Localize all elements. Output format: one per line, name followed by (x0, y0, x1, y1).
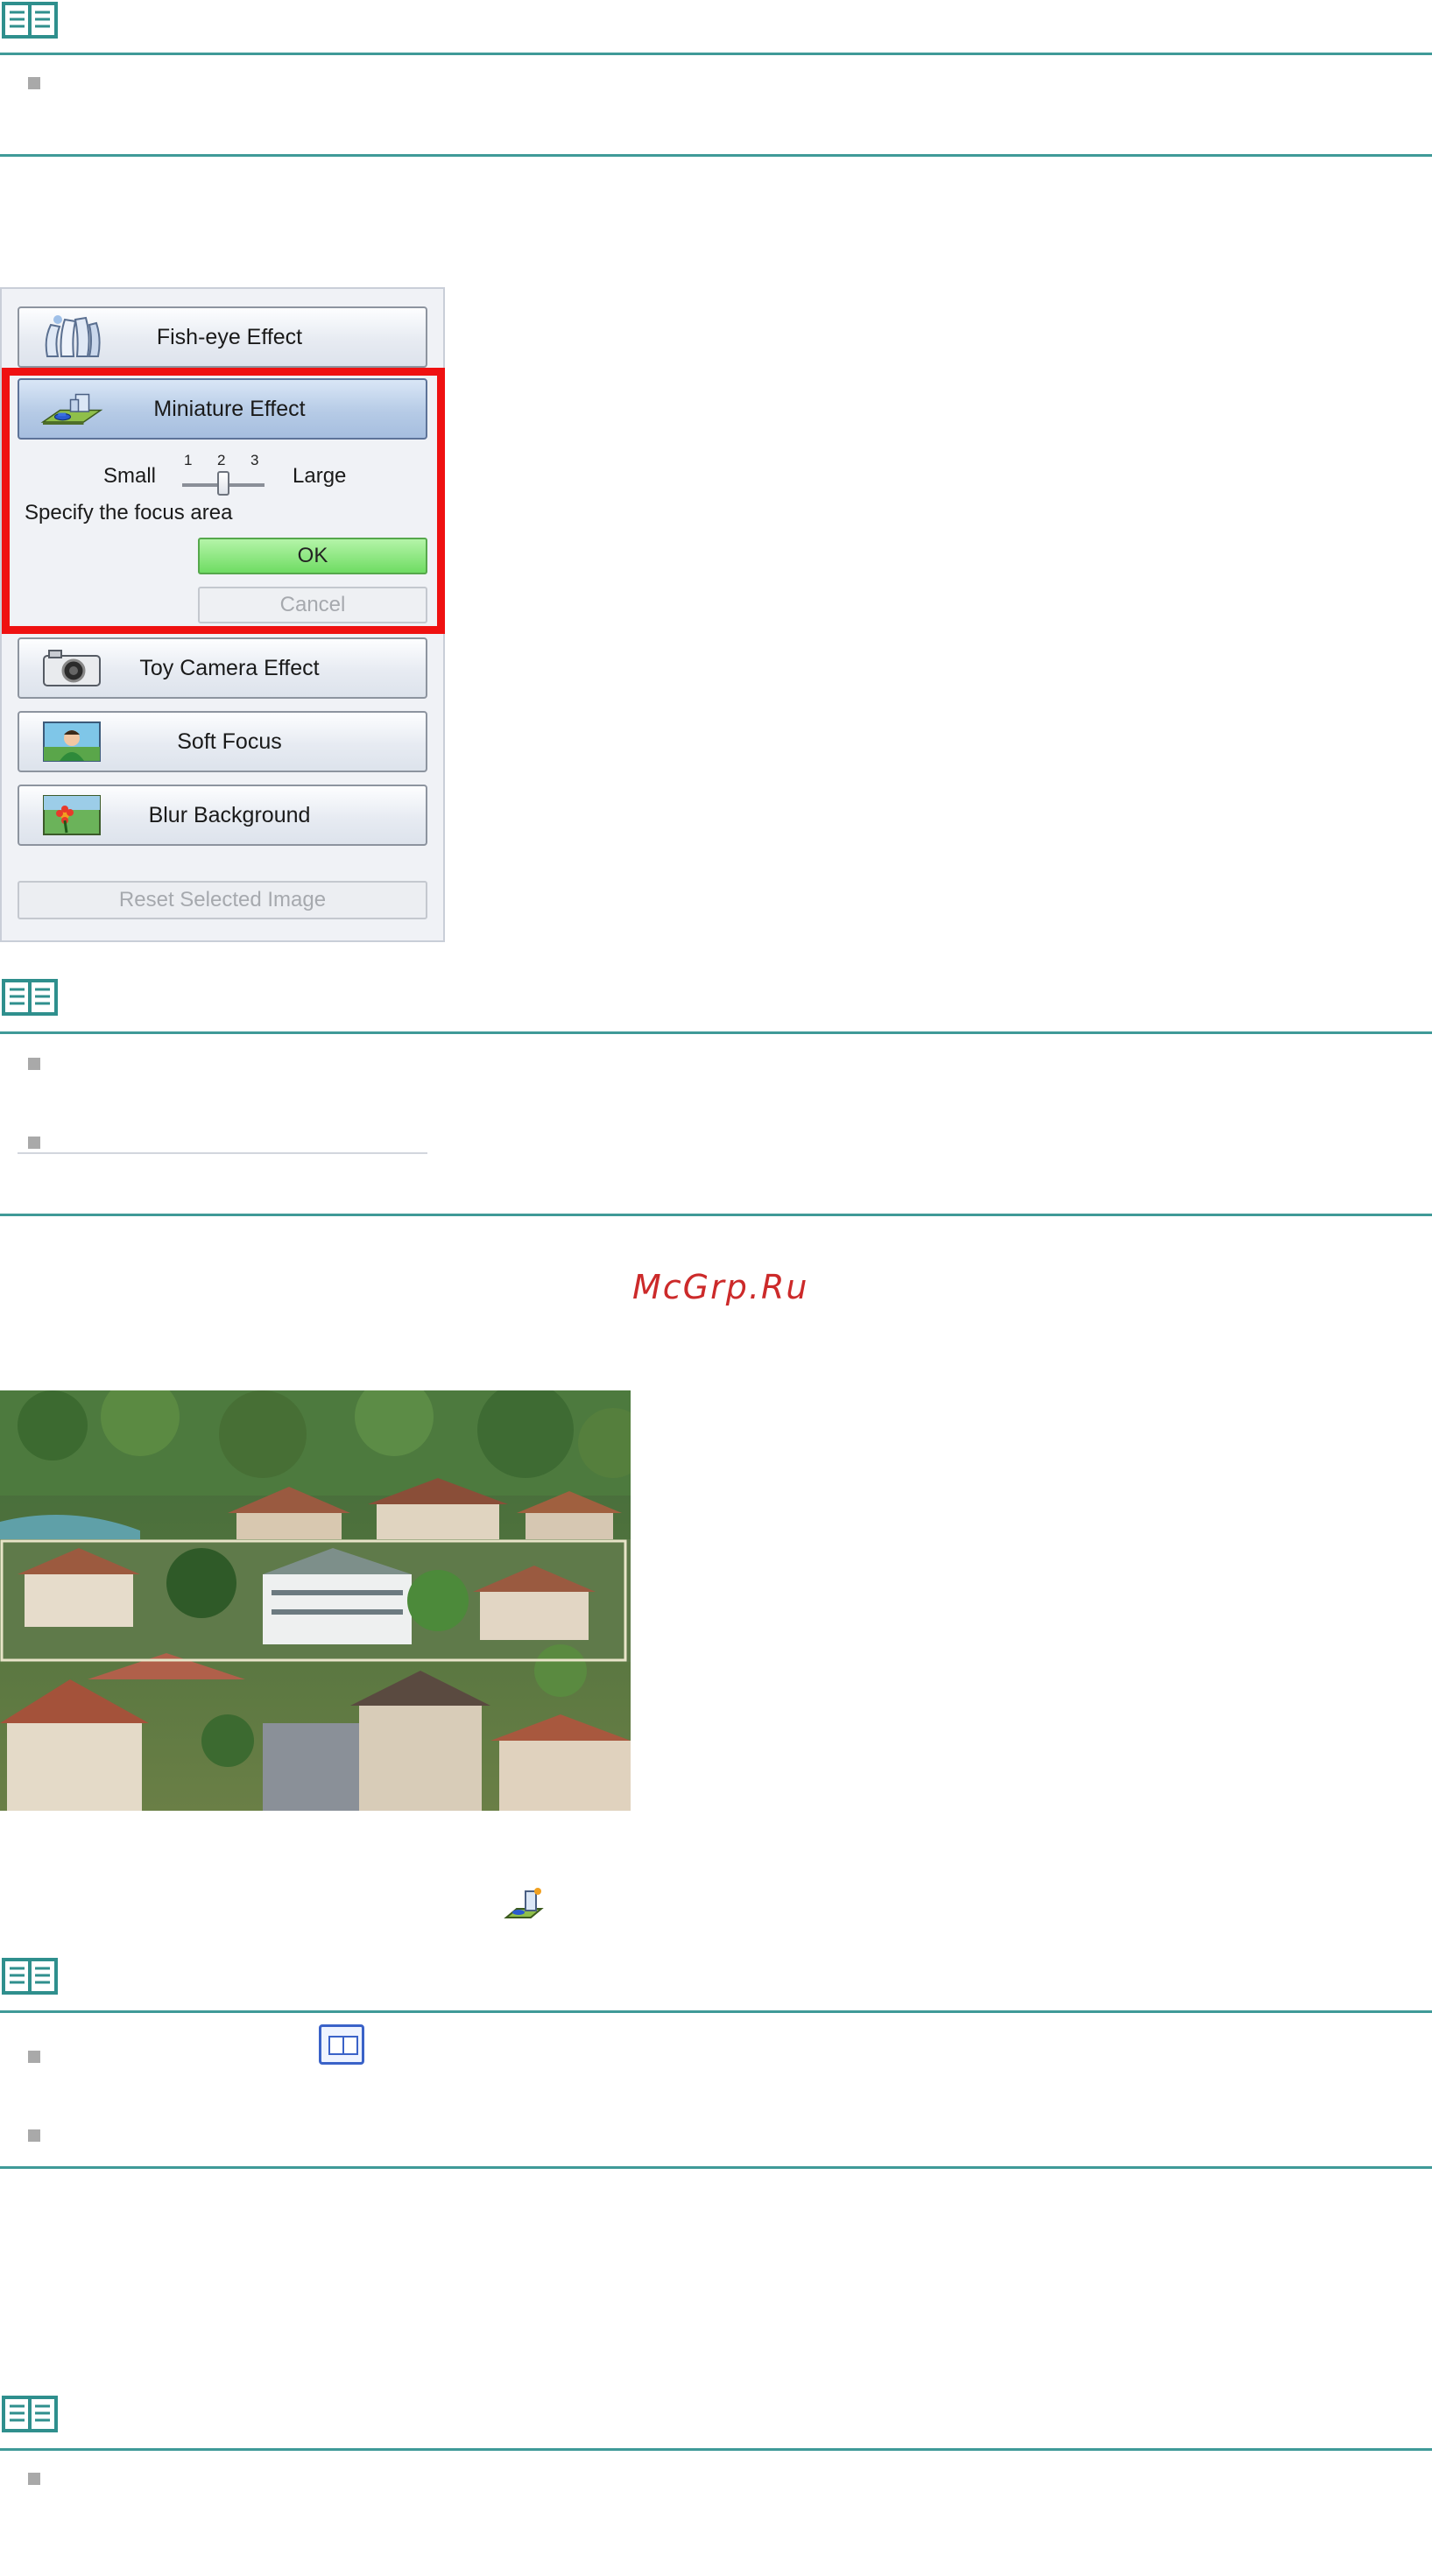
toy-camera-effect-button[interactable]: Toy Camera Effect (18, 637, 427, 699)
note-book-icon (2, 1958, 58, 1995)
bullet-marker (28, 77, 40, 89)
note-rule-top (0, 2010, 1432, 2013)
note-book-icon (2, 2, 58, 39)
note-book-icon (2, 979, 58, 1016)
soft-focus-button[interactable]: Soft Focus (18, 711, 427, 772)
blur-background-label: Blur Background (148, 802, 311, 827)
miniature-highlight-box (2, 368, 445, 634)
note-book-icon (2, 2396, 58, 2432)
fish-eye-icon (40, 315, 103, 358)
reset-selected-image-button[interactable]: Reset Selected Image (18, 881, 427, 919)
flower-icon (40, 794, 103, 836)
note-rule-top (0, 2448, 1432, 2451)
panel-separator (18, 1152, 427, 1154)
bullet-marker (28, 1058, 40, 1070)
fish-eye-effect-label: Fish-eye Effect (156, 324, 303, 349)
camera-icon (40, 647, 103, 689)
toy-camera-effect-label: Toy Camera Effect (139, 655, 320, 680)
note-rule-top (0, 1031, 1432, 1034)
bullet-marker (28, 2473, 40, 2485)
portrait-icon (40, 721, 103, 763)
watermark-text: McGrp.Ru (632, 1268, 809, 1306)
miniature-preview-photo (0, 1390, 631, 1811)
soft-focus-label: Soft Focus (177, 728, 282, 754)
bullet-marker (28, 2129, 40, 2142)
note-rule-bottom (0, 1214, 1432, 1216)
miniature-small-icon (503, 1886, 545, 1929)
bullet-marker (28, 1137, 40, 1149)
compare-view-icon[interactable] (319, 2024, 364, 2065)
fish-eye-effect-button[interactable]: Fish-eye Effect (18, 306, 427, 368)
reset-selected-image-label: Reset Selected Image (118, 888, 327, 911)
note-rule-top (0, 53, 1432, 55)
blur-background-button[interactable]: Blur Background (18, 785, 427, 846)
note-rule-bottom (0, 2166, 1432, 2169)
bullet-marker (28, 2051, 40, 2063)
note-rule-bottom (0, 154, 1432, 157)
